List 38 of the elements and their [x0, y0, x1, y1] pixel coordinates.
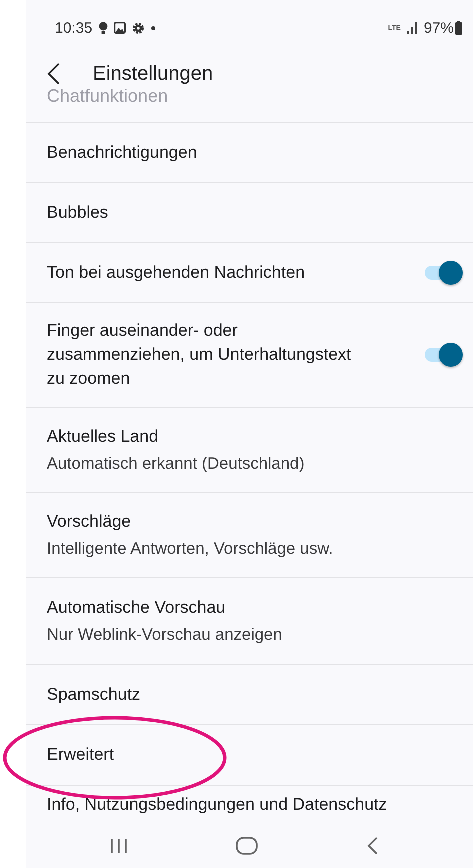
gear-icon: [132, 22, 145, 34]
setting-title: Ton bei ausgehenden Nachrichten: [47, 262, 306, 284]
setting-title: Finger auseinander- oder zusammenziehen, um Unterhaltungstext zu zoomen: [47, 320, 352, 390]
settings-item[interactable]: Bubbles: [26, 182, 473, 242]
settings-item[interactable]: Finger auseinander- oder zusammenziehen, um Unterhaltungstext zu zoomen: [26, 302, 473, 407]
setting-title: Erweitert: [47, 744, 116, 766]
settings-item[interactable]: Vorschläge Intelligente Antworten, Vorschläge usw.: [26, 492, 473, 577]
settings-item[interactable]: Benachrichtigungen: [26, 122, 473, 182]
setting-title: Info, Nutzungsbedingungen und Datenschutz: [47, 794, 388, 816]
lightbulb-icon: [98, 22, 108, 34]
settings-item[interactable]: Erweitert: [26, 724, 473, 785]
battery-icon: [455, 21, 463, 35]
toggle-switch[interactable]: [423, 260, 465, 284]
settings-item[interactable]: Info, Nutzungsbedingungen und Datenschutz: [26, 785, 473, 823]
setting-title: Automatische Vorschau: [47, 597, 227, 619]
dot-icon: [150, 26, 156, 30]
recent-apps-icon[interactable]: [110, 838, 128, 854]
setting-title: Spamschutz: [47, 684, 142, 706]
settings-item[interactable]: Aktuelles Land Automatisch erkannt (Deutschland): [26, 407, 473, 492]
screen-title: Einstellungen: [93, 62, 214, 86]
setting-summary: Intelligente Antworten, Vorschläge usw.: [47, 539, 334, 560]
settings-item[interactable]: Ton bei ausgehenden Nachrichten: [26, 242, 473, 302]
section-heading: Chatfunktionen: [47, 86, 170, 107]
setting-summary: Nur Weblink-Vorschau anzeigen: [47, 625, 284, 646]
toggle-switch[interactable]: [423, 343, 465, 367]
setting-title: Vorschläge: [47, 511, 132, 533]
status-time: 10:35: [55, 20, 93, 36]
battery-percent: 97%: [424, 20, 454, 36]
settings-item[interactable]: Automatische Vorschau Nur Weblink-Vorschau anzeigen: [26, 577, 473, 664]
setting-summary: Automatisch erkannt (Deutschland): [47, 454, 306, 475]
settings-item[interactable]: Spamschutz: [26, 664, 473, 724]
image-icon: [114, 22, 126, 34]
setting-title: Benachrichtigungen: [47, 142, 198, 164]
back-icon[interactable]: [366, 836, 379, 854]
setting-title: Bubbles: [47, 202, 110, 224]
home-icon[interactable]: [236, 836, 258, 854]
setting-title: Aktuelles Land: [47, 426, 160, 448]
signal-icon: [406, 22, 418, 34]
